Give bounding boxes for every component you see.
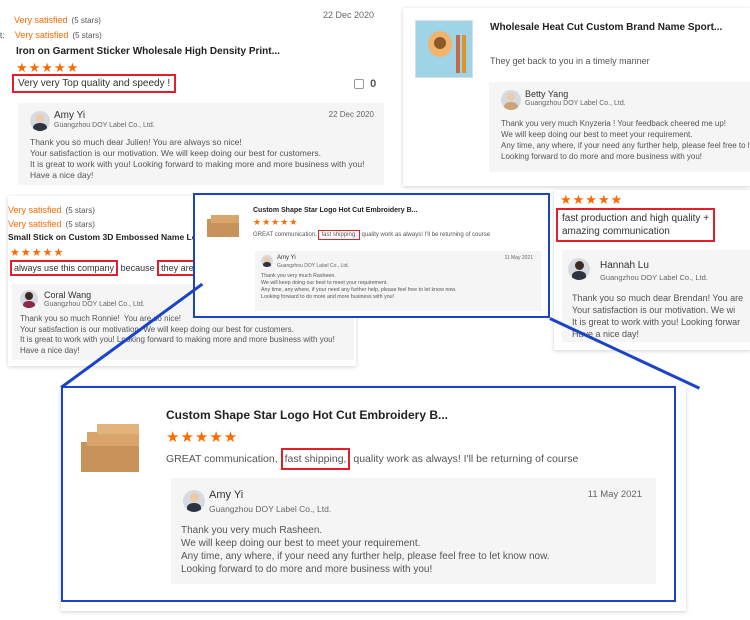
reply-company: Guangzhou DOY Label Co., Ltd. <box>277 263 349 269</box>
reply-text: Thank you very much Rasheen. We will kee… <box>261 273 457 300</box>
review-comment: They get back to you in a timely manner <box>490 56 650 66</box>
rating-tag: (5 stars) <box>65 220 95 229</box>
comment-text: GREAT communication, <box>253 232 317 238</box>
star-rating: ★★★★★ <box>560 192 624 207</box>
reply-company: Guangzhou DOY Label Co., Ltd. <box>600 273 708 282</box>
avatar <box>261 255 273 267</box>
rating-label: Very satisfied <box>14 30 69 40</box>
reply-date: 22 Dec 2020 <box>328 110 374 119</box>
comment-highlight: fast shipping, <box>318 230 360 240</box>
star-rating: ★★★★★ <box>10 247 65 259</box>
comment-highlight: always use this company <box>10 260 119 276</box>
product-title[interactable]: Small Stick on Custom 3D Embossed Name L… <box>8 232 220 242</box>
product-title[interactable]: Wholesale Heat Cut Custom Brand Name Spo… <box>490 22 722 33</box>
rating-tag: (5 stars) <box>71 16 101 25</box>
reply-author: Betty Yang <box>525 89 569 99</box>
reply-text: Thank you very much Knyzeria ! Your feed… <box>501 119 750 161</box>
review-card-mid-right: ★★★★★ fast production and high quality +… <box>554 190 750 350</box>
thumbs-up-icon <box>354 79 364 90</box>
comment-text: because <box>120 263 155 273</box>
avatar <box>568 258 590 280</box>
avatar <box>501 90 521 110</box>
rating-label: Very satisfied <box>8 219 62 229</box>
product-title[interactable]: Iron on Garment Sticker Wholesale High D… <box>16 46 280 57</box>
rating-tag: (5 stars) <box>72 31 102 40</box>
zoom-target-frame <box>61 386 676 602</box>
avatar <box>20 290 38 308</box>
rating-label: Very satisfied <box>14 15 68 25</box>
reply-date: 11 May 2021 <box>504 255 533 261</box>
seller-reply: Betty Yang Guangzhou DOY Label Co., Ltd.… <box>489 82 750 172</box>
reply-text: Thank you so much dear Brendan! You are … <box>572 293 744 339</box>
avatar <box>30 111 50 131</box>
reply-author: Amy Yi <box>54 110 86 121</box>
reply-company: Guangzhou DOY Label Co., Ltd. <box>54 122 155 129</box>
reply-company: Guangzhou DOY Label Co., Ltd. <box>44 301 145 308</box>
like-count: 0 <box>370 78 377 90</box>
review-date: 22 Dec 2020 <box>322 10 374 20</box>
zoom-source-frame: Custom Shape Star Logo Hot Cut Embroider… <box>193 193 550 318</box>
reply-author: Amy Yi <box>277 255 296 261</box>
seller-reply: Hannah Lu Guangzhou DOY Label Co., Ltd. … <box>562 250 750 342</box>
star-rating: ★★★★★ <box>253 217 299 227</box>
reply-text: Thank you so much Ronnie! You are so nic… <box>20 314 335 355</box>
seller-reply: Amy Yi Guangzhou DOY Label Co., Ltd. 11 … <box>255 251 541 311</box>
rating-prefix: t: <box>0 31 5 40</box>
like-button[interactable]: 0 <box>354 78 376 90</box>
reply-author: Hannah Lu <box>600 260 649 271</box>
seller-reply: Amy Yi Guangzhou DOY Label Co., Ltd. 22 … <box>18 103 384 185</box>
review-card-top-left: Very satisfied (5 stars) t: Very satisfie… <box>0 0 392 186</box>
review-comment: fast production and high quality + amazi… <box>556 208 716 242</box>
product-thumbnail[interactable] <box>203 207 243 241</box>
comment-text: quality work as always! I'll be returnin… <box>361 232 491 238</box>
review-card-top-right: Wholesale Heat Cut Custom Brand Name Spo… <box>403 8 750 186</box>
reply-author: Coral Wang <box>44 290 92 300</box>
reply-company: Guangzhou DOY Label Co., Ltd. <box>525 100 626 107</box>
reply-text: Thank you so much dear Julien! You are a… <box>30 137 365 180</box>
product-thumbnail[interactable] <box>415 20 473 78</box>
review-comment: Very very Top quality and speedy ! <box>12 74 177 93</box>
product-title[interactable]: Custom Shape Star Logo Hot Cut Embroider… <box>253 207 418 214</box>
review-comment: GREAT communication, fast shipping, qual… <box>253 230 490 240</box>
